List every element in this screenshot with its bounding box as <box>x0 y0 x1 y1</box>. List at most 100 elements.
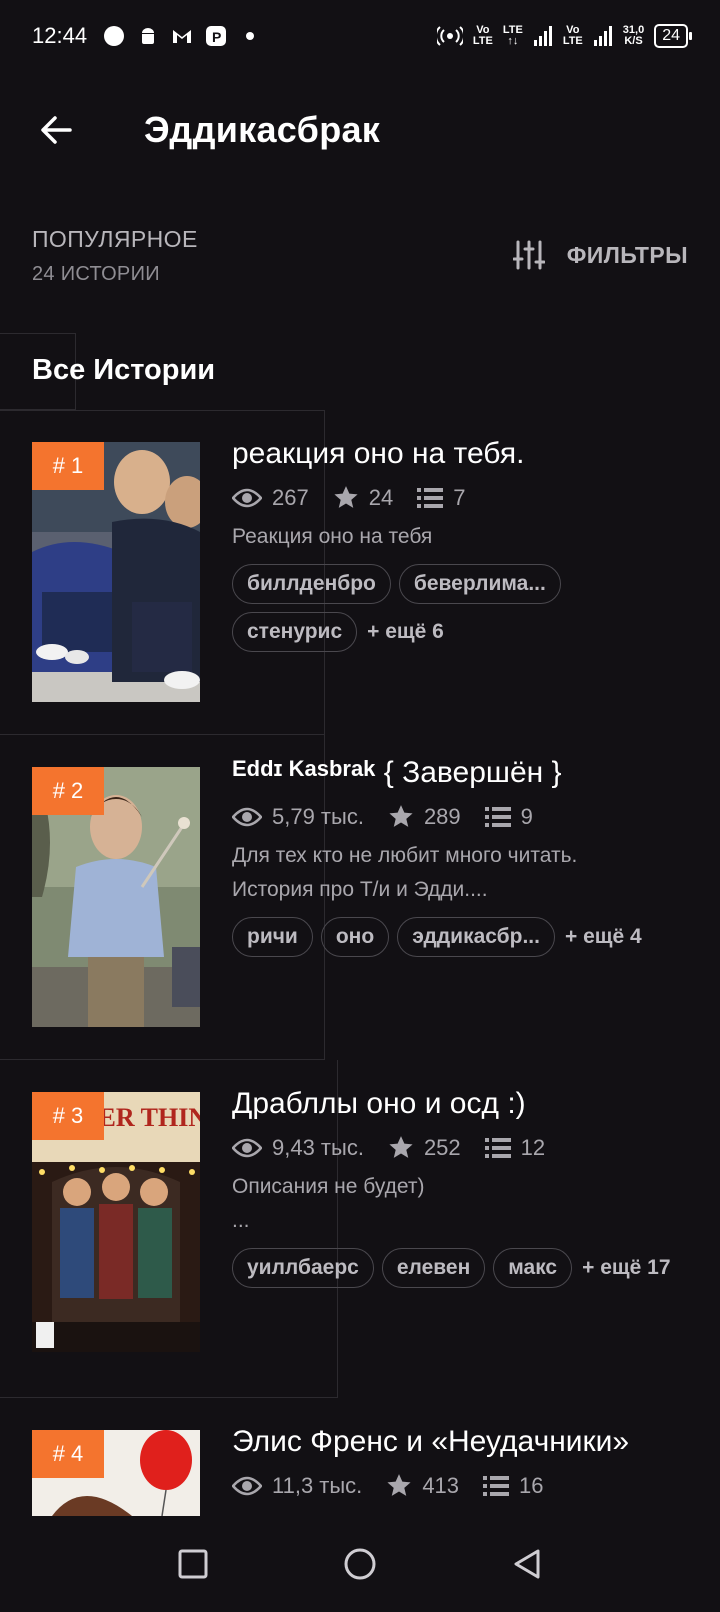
tag-list: уиллбаерс елевен макс + ещё 17 <box>232 1248 692 1288</box>
tag-list: ричи оно эддикасбр... + ещё 4 <box>232 917 692 957</box>
back-button[interactable] <box>20 94 92 166</box>
views-stat: 9,43 тыс. <box>232 1135 364 1161</box>
desc-line: ... <box>232 1209 250 1232</box>
star-icon <box>389 805 413 827</box>
story-body: Драбллы оно и осд :) 9,43 тыс. 252 12 Оп… <box>232 1086 692 1288</box>
story-card[interactable]: STRANGER THINGS # 3 Драбллы оно и осд :)… <box>0 1060 720 1398</box>
android-icon <box>142 28 155 44</box>
desc-line: Описания не будет) <box>232 1175 425 1198</box>
story-cover[interactable]: # 1 <box>32 442 200 702</box>
eye-icon <box>232 1138 262 1158</box>
rank-badge: # 1 <box>32 442 104 490</box>
story-stats: 11,3 тыс. 413 16 <box>232 1470 692 1502</box>
rank-badge: # 2 <box>32 767 104 815</box>
eye-icon <box>232 488 262 508</box>
story-title-text: { Завершён } <box>383 756 562 789</box>
tag-chip[interactable]: эддикасбр... <box>397 917 555 957</box>
list-icon <box>417 488 444 508</box>
arrow-left-icon <box>41 116 72 144</box>
rank-badge: # 4 <box>32 1430 104 1478</box>
notification-dot-icon <box>104 26 125 46</box>
volte-2: Vo LTE <box>562 24 583 47</box>
tag-chip[interactable]: биллденбро <box>232 564 391 604</box>
tag-chip[interactable]: ричи <box>232 917 313 957</box>
list-icon <box>483 1476 510 1496</box>
story-stats: 5,79 тыс. 289 9 <box>232 801 692 833</box>
story-title-text: реакция оно на тебя. <box>232 437 525 470</box>
stars-count: 413 <box>422 1473 460 1498</box>
desc-line: Реакция оно на тебя <box>232 525 433 548</box>
rank-badge: # 3 <box>32 1092 104 1140</box>
views-count: 11,3 тыс. <box>272 1473 363 1498</box>
app-bar: Эддикасбрак <box>0 88 720 172</box>
story-cover[interactable]: # 4 <box>32 1430 200 1516</box>
desc-line: Для тех кто не любит много читать. <box>232 844 578 867</box>
eye-icon <box>232 807 262 827</box>
parts-stat: 7 <box>417 485 465 511</box>
parts-count: 12 <box>520 1135 546 1160</box>
parts-count: 7 <box>453 485 466 510</box>
story-cover[interactable]: STRANGER THINGS # 3 <box>32 1092 200 1352</box>
star-icon <box>387 1474 411 1496</box>
recents-button[interactable] <box>163 1534 223 1594</box>
more-tags-link[interactable]: + ещё 4 <box>565 925 642 949</box>
more-tags-link[interactable]: + ещё 17 <box>582 1256 670 1280</box>
section-title: Все Истории <box>32 354 216 386</box>
system-back-button[interactable] <box>497 1534 557 1594</box>
stars-stat: 289 <box>388 804 461 830</box>
tag-chip[interactable]: уиллбаерс <box>232 1248 374 1288</box>
status-left-icons: P <box>103 25 261 47</box>
filters-label: ФИЛЬТРЫ <box>566 241 688 268</box>
story-title-text: Драбллы оно и осд :) <box>232 1087 526 1120</box>
list-icon <box>484 807 511 827</box>
signal-icon-1 <box>533 26 552 46</box>
story-count: 24 ИСТОРИИ <box>32 263 160 285</box>
story-description: Реакция оно на тебя <box>232 520 692 554</box>
stars-stat: 24 <box>333 485 393 511</box>
tag-chip[interactable]: беверлима... <box>398 564 561 604</box>
story-card[interactable]: # 4 Элис Френс и «Неудачники» 11,3 тыс. … <box>0 1398 720 1516</box>
star-icon <box>389 1136 413 1158</box>
tag-chip[interactable]: оно <box>320 917 390 957</box>
parts-stat: 12 <box>484 1135 546 1161</box>
list-icon <box>484 1138 511 1158</box>
views-count: 9,43 тыс. <box>272 1135 364 1160</box>
circle-icon <box>344 1548 376 1580</box>
views-stat: 11,3 тыс. <box>232 1473 362 1499</box>
hotspot-icon <box>436 26 463 46</box>
story-title[interactable]: Eddɪ Kasbrak { Завершён } <box>232 751 692 791</box>
story-title-text: Элис Френс и «Неудачники» <box>232 1425 630 1458</box>
svg-text:P: P <box>212 29 221 45</box>
views-count: 267 <box>272 485 309 510</box>
tag-list: биллденбро беверлима... стенурис + ещё 6 <box>232 564 692 652</box>
tag-chip[interactable]: макс <box>493 1248 573 1288</box>
star-icon <box>334 486 358 508</box>
small-dot-icon <box>246 32 255 40</box>
views-count: 5,79 тыс. <box>272 804 364 829</box>
stars-stat: 252 <box>388 1135 461 1161</box>
story-cover[interactable]: # 2 <box>32 767 200 1027</box>
story-title[interactable]: Драбллы оно и осд :) <box>232 1086 692 1122</box>
story-stats: 267 24 7 <box>232 482 692 514</box>
desc-line: История про Т/и и Эдди.... <box>232 878 488 901</box>
story-title[interactable]: реакция оно на тебя. <box>232 436 692 472</box>
tag-chip[interactable]: елевен <box>381 1248 486 1288</box>
tag-chip[interactable]: стенурис <box>232 612 358 652</box>
story-card[interactable]: # 2 Eddɪ Kasbrak { Завершён } 5,79 тыс. … <box>0 735 720 1060</box>
home-button[interactable] <box>330 1534 390 1594</box>
eye-icon <box>232 1476 262 1496</box>
signal-icon-2 <box>593 26 612 46</box>
sort-selector[interactable]: ПОПУЛЯРНОЕ 24 ИСТОРИИ <box>32 226 198 286</box>
battery-indicator: 24 <box>654 24 692 48</box>
story-body: Eddɪ Kasbrak { Завершён } 5,79 тыс. 289 … <box>232 751 692 957</box>
sort-label: ПОПУЛЯРНОЕ <box>32 226 198 252</box>
gmail-icon <box>173 30 192 43</box>
story-title[interactable]: Элис Френс и «Неудачники» <box>232 1424 692 1460</box>
parts-count: 9 <box>520 804 533 829</box>
story-body: реакция оно на тебя. 267 24 7 Реакция он… <box>232 436 692 652</box>
more-tags-link[interactable]: + ещё 6 <box>367 620 444 644</box>
stars-count: 289 <box>423 804 461 829</box>
status-time: 12:44 <box>32 23 88 48</box>
filters-button[interactable]: ФИЛЬТРЫ <box>512 240 688 270</box>
story-card[interactable]: # 1 реакция оно на тебя. 267 24 7 Реакци… <box>0 410 720 735</box>
